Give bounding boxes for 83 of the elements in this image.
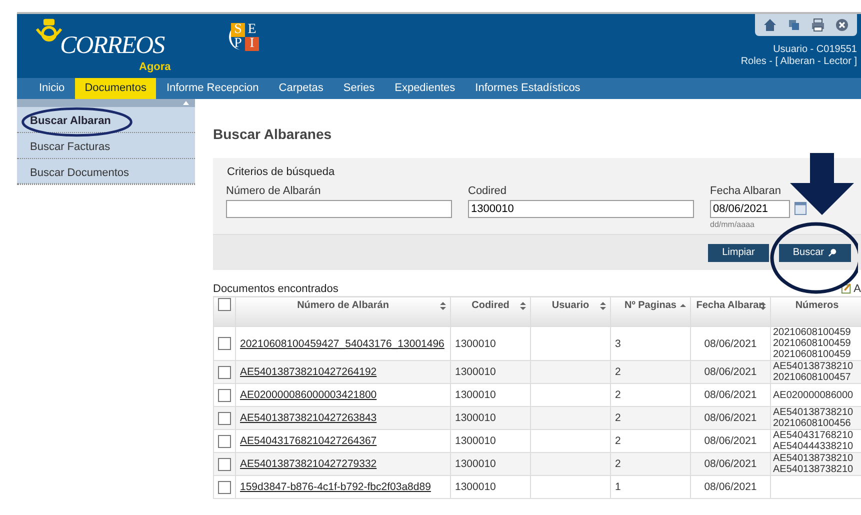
row-checkbox[interactable] (218, 388, 231, 402)
table-cell: 08/06/2021 (704, 366, 757, 378)
table-cell: 1300010 (455, 389, 496, 401)
nav-tab[interactable]: Carpetas (268, 78, 334, 99)
table-cell-text: 20210608100459 (773, 327, 852, 338)
table-cell-text: 20210608100459 (773, 349, 852, 360)
nav-tab[interactable]: Expedientes (384, 78, 466, 99)
action-link[interactable]: A (854, 283, 861, 296)
pointer-arrow (790, 153, 854, 215)
table-cell: 2 (615, 366, 621, 378)
roles-label: Roles - [ Alberan - Lector ] (740, 56, 857, 68)
nav-tab[interactable]: Inicio (29, 78, 75, 99)
table-cell: 1300010 (455, 412, 496, 424)
sort-icon[interactable] (760, 302, 766, 310)
search-icon (828, 248, 837, 257)
table-cell: 08/06/2021 (704, 389, 757, 401)
format-hint: dd/mm/aaaa (710, 220, 756, 229)
table-cell: 2 (615, 412, 621, 424)
table-cell-text: AE540138738210 (773, 407, 854, 418)
column-header[interactable]: Números (795, 300, 839, 311)
row-checkbox[interactable] (218, 458, 231, 470)
table-cell: 08/06/2021 (704, 412, 757, 424)
logo-subtitle: Agora (139, 61, 171, 73)
table-cell: 2 (615, 458, 621, 470)
table-cell: 1300010 (455, 481, 496, 493)
column-header[interactable]: Codired (472, 300, 510, 311)
results-title: Documentos encontrados (213, 283, 338, 296)
table-cell-text: AE540138738210 (773, 361, 854, 372)
calendar-icon[interactable] (794, 200, 807, 216)
field-label: Número de Albarán (226, 185, 322, 197)
table-cell: 08/06/2021 (704, 435, 757, 447)
sort-icon[interactable] (520, 302, 526, 310)
panel-title: Criterios de búsqueda (227, 166, 336, 178)
table-cell-text: AE540138738210 (773, 453, 854, 464)
table-cell: 1300010 (455, 458, 496, 470)
input-field[interactable]: 08/06/2021 (710, 200, 790, 218)
table-cell-text: AE540138738210 (773, 464, 854, 475)
page-title: Buscar Albaranes (213, 126, 333, 142)
table-cell: 3 (615, 338, 621, 350)
column-header[interactable]: Número de Albarán (297, 300, 389, 311)
table-cell-text: 20210608100457 (773, 372, 852, 383)
row-checkbox[interactable] (218, 434, 231, 448)
sidebar-item[interactable]: Buscar Albaran (17, 107, 195, 133)
collapse-icon[interactable] (183, 101, 189, 105)
table-cell: 1300010 (455, 366, 496, 378)
table-cell: 2 (615, 389, 621, 401)
input-field[interactable]: 1300010 (468, 200, 694, 218)
clear-button[interactable]: Limpiar (708, 244, 769, 262)
table-cell-text: 20210608100459 (773, 338, 852, 349)
table-cell: 1 (615, 481, 621, 493)
row-checkbox[interactable] (218, 366, 231, 378)
table-cell-text: AE020000086000 (773, 390, 854, 400)
table-cell: 08/06/2021 (704, 481, 757, 493)
post-horn-icon (35, 18, 63, 42)
search-button[interactable]: Buscar (778, 244, 851, 262)
nav-tab[interactable]: Informes Estadísticos (465, 78, 590, 99)
table-cell-text: AE540431768210 (773, 430, 854, 441)
table-cell: 08/06/2021 (704, 338, 757, 350)
column-header[interactable]: Usuario (552, 300, 590, 311)
table-cell: 1300010 (455, 435, 496, 447)
sort-icon[interactable] (680, 302, 686, 310)
nav-tab[interactable]: Documentos (74, 78, 156, 99)
sidebar-item[interactable]: Buscar Facturas (17, 133, 195, 159)
field-label: Fecha Albaran (710, 185, 782, 197)
input-field[interactable] (226, 200, 452, 218)
sort-icon[interactable] (600, 302, 606, 310)
partner-logo: S E P I (231, 23, 259, 51)
select-all-checkbox[interactable] (218, 298, 231, 311)
row-checkbox[interactable] (218, 412, 231, 424)
table-cell-text: 20210608100456 (773, 418, 852, 429)
sidebar-item[interactable]: Buscar Documentos (17, 159, 195, 185)
field-label: Codired (468, 185, 508, 197)
nav-tab[interactable]: Series (333, 78, 385, 99)
table-cell-text: AE540444338210 (773, 441, 854, 452)
user-label: Usuario - C019551 (773, 44, 857, 56)
logo-text: CORREOS (60, 32, 164, 60)
row-checkbox[interactable] (218, 337, 231, 350)
table-cell: 2 (615, 435, 621, 447)
sort-icon[interactable] (440, 302, 446, 310)
table-cell: 08/06/2021 (704, 458, 757, 470)
table-cell: 1300010 (455, 338, 496, 350)
row-checkbox[interactable] (218, 480, 231, 494)
nav-tab[interactable]: Informe Recepcion (156, 78, 269, 99)
